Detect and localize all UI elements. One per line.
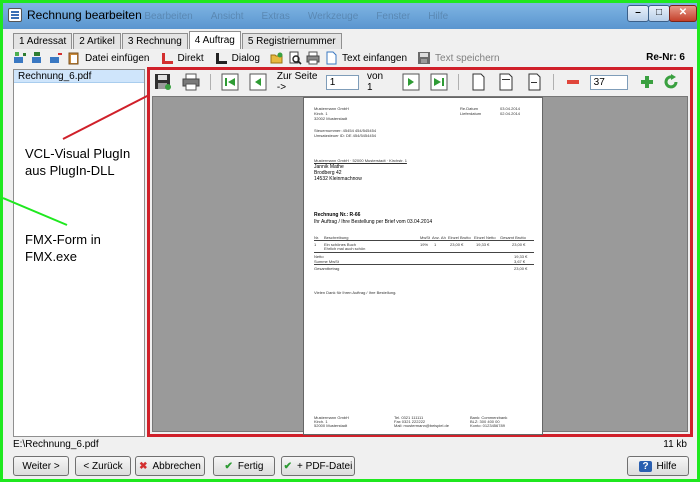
footer-line: 52000 Musterstadt xyxy=(314,423,348,428)
footer-col-1: Mustermann GmbH Kirch. 1 52000 Mustersta… xyxy=(314,416,349,428)
page-icon xyxy=(472,73,485,91)
row-einzel-netto: 19,33 € xyxy=(476,242,490,247)
zoom-in-button[interactable] xyxy=(638,73,656,91)
date-values: 03.04.2014 02.04.2014 xyxy=(500,106,520,116)
toolbar-separator xyxy=(552,74,554,90)
previous-page-icon xyxy=(249,73,267,91)
footer-line: Konto: 0123456789 xyxy=(470,423,505,428)
refresh-icon xyxy=(664,74,678,89)
actual-size-button[interactable] xyxy=(525,73,543,91)
toolbar-separator xyxy=(457,74,459,90)
pdf-canvas[interactable]: Mustermann GmbH Kirch. 1 32002 Mustersta… xyxy=(152,96,688,435)
check-icon: ✔ xyxy=(283,460,293,472)
status-bar: E:\Rechnung_6.pdf 11 kb xyxy=(13,439,691,453)
sum-label-total: Gesamtbetrag xyxy=(314,266,340,271)
main-window: Rechnung bearbeiten Datei Bearbeiten Ans… xyxy=(0,0,700,482)
invoice-title: Rechnung Nr.: R-66 xyxy=(314,212,361,218)
recipient-block: Jannik Mathe Brodberg 42 14532 Kleinmach… xyxy=(314,164,362,182)
hilfe-label: Hilfe xyxy=(656,460,677,472)
fertig-button[interactable]: ✔ Fertig xyxy=(213,456,275,476)
tax-line: Umsatzsteuer ID: DE 454/5454454 xyxy=(314,133,377,138)
fmx-annotation-line1: FMX-Form in xyxy=(25,232,101,247)
total-rule xyxy=(314,264,534,265)
pdf-page: Mustermann GmbH Kirch. 1 32002 Mustersta… xyxy=(303,97,543,435)
zurueck-label: < Zurück xyxy=(83,460,123,472)
date-labels: Re.Datum Lieferdatum xyxy=(460,106,481,116)
page-count-label: von 1 xyxy=(367,71,384,93)
floppy-icon xyxy=(155,74,171,90)
vcl-pointer-line xyxy=(62,92,154,140)
fmx-pointer-line xyxy=(3,197,68,226)
recipient-line: 14532 Kleinmachnow xyxy=(314,176,362,182)
hilfe-button[interactable]: ? Hilfe xyxy=(627,456,689,476)
page-actual-icon xyxy=(528,73,541,91)
table-header-rule xyxy=(314,240,534,241)
last-page-button[interactable] xyxy=(430,73,448,91)
sender-block: Mustermann GmbH Kirch. 1 32002 Mustersta… xyxy=(314,106,349,121)
fmx-annotation-line2: FMX.exe xyxy=(25,249,78,264)
zurueck-button[interactable]: < Zurück xyxy=(75,456,131,476)
add-pdf-label: + PDF-Datei xyxy=(297,460,353,472)
sum-value-total: 23,00 € xyxy=(514,266,528,271)
order-line: Ihr Auftrag / Ihre Bestellung per Brief … xyxy=(314,219,433,225)
vcl-annotation-line2: aus PlugIn-DLL xyxy=(25,163,115,178)
next-page-icon xyxy=(402,73,420,91)
fertig-label: Fertig xyxy=(237,460,264,472)
last-page-icon xyxy=(430,73,448,91)
sender-small-line: Mustermann GmbH · 52000 Musterstadt · Ki… xyxy=(314,158,407,163)
add-pdf-button[interactable]: ✔ + PDF-Datei xyxy=(281,456,355,476)
check-icon: ✔ xyxy=(224,460,233,472)
viewer-print-button[interactable] xyxy=(182,73,200,91)
abbrechen-button[interactable]: ✖ Abbrechen xyxy=(135,456,205,476)
thanks-line: Vielen Dank für Ihren Auftrag / Ihre Bes… xyxy=(314,290,397,295)
row-anz: 1 xyxy=(434,242,437,247)
row-mwst: 19% xyxy=(420,242,429,247)
tax-block: Steuernummer: 45454 454/545454 Umsatzste… xyxy=(314,128,376,138)
page-width-icon xyxy=(499,73,513,91)
page-number-input[interactable]: 1 xyxy=(325,74,359,90)
row-nr: 1 xyxy=(314,242,317,247)
weiter-label: Weiter > xyxy=(22,460,60,472)
viewer-toolbar: Zur Seite -> 1 von 1 37 xyxy=(150,70,690,94)
printer-icon xyxy=(182,73,200,91)
help-icon: ? xyxy=(639,460,652,472)
zoom-out-button[interactable] xyxy=(564,73,582,91)
row-gesamt: 23,00 € xyxy=(512,242,526,247)
button-bar: Weiter > < Zurück ✖ Abbrechen ✔ Fertig ✔… xyxy=(13,456,691,476)
toolbar-separator xyxy=(210,74,211,90)
previous-page-button[interactable] xyxy=(249,73,267,91)
date-value: 02.04.2014 xyxy=(500,111,521,116)
fit-page-button[interactable] xyxy=(469,73,487,91)
viewer-save-button[interactable] xyxy=(154,73,172,91)
footer-col-2: Tel. 0321 111111 Fax 0321 222222 Mail: m… xyxy=(394,416,449,428)
minus-icon xyxy=(566,80,579,84)
sum-rule xyxy=(314,252,534,253)
cancel-x-icon: ✖ xyxy=(139,460,148,472)
date-label: Lieferdatum xyxy=(460,111,482,116)
pdf-viewer-plugin: Zur Seite -> 1 von 1 37 Mustermann GmbH … xyxy=(147,67,693,437)
zoom-input[interactable]: 37 xyxy=(589,74,628,90)
next-page-button[interactable] xyxy=(402,73,420,91)
first-page-button[interactable] xyxy=(221,73,239,91)
plus-icon xyxy=(641,76,653,88)
row-einzel-brutto: 23,00 € xyxy=(450,242,464,247)
sender-line: 32002 Musterstadt xyxy=(314,116,348,121)
file-size: 11 kb xyxy=(663,439,687,450)
goto-page-label: Zur Seite -> xyxy=(276,71,318,93)
footer-col-3: Bank: Commerzbank BLZ: 300 400 00 Konto:… xyxy=(470,416,507,428)
vcl-annotation-line1: VCL-Visual PlugIn xyxy=(25,146,131,161)
weiter-button[interactable]: Weiter > xyxy=(13,456,69,476)
refresh-button[interactable] xyxy=(662,73,680,91)
vcl-annotation: VCL-Visual PlugIn aus PlugIn-DLL xyxy=(25,145,130,179)
row-desc-note: Ehrlich mal auch schön xyxy=(324,246,366,251)
fmx-annotation: FMX-Form in FMX.exe xyxy=(25,231,101,265)
first-page-icon xyxy=(221,73,239,91)
fit-width-button[interactable] xyxy=(497,73,515,91)
file-path: E:\Rechnung_6.pdf xyxy=(13,439,99,450)
abbrechen-label: Abbrechen xyxy=(152,460,201,472)
footer-line: Mail: mustermann@beispiel.de xyxy=(394,423,449,428)
